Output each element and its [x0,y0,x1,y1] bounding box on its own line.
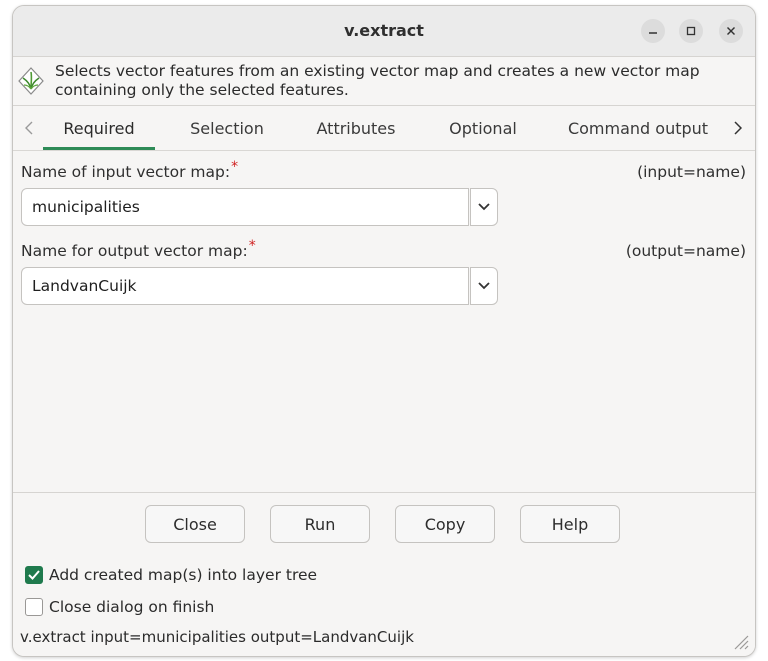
required-marker: * [248,238,256,254]
tab-bar: Required Selection Attributes Optional C… [13,106,755,151]
tab-command-output[interactable]: Command output [558,106,718,150]
tab-required[interactable]: Required [43,106,155,150]
output-map-key: (output=name) [625,242,746,260]
tab-scroll-right-button[interactable] [730,118,746,138]
module-description: Selects vector features from an existing… [13,57,755,106]
maximize-button[interactable] [679,19,703,43]
tab-selection[interactable]: Selection [173,106,281,150]
chevron-down-icon [478,282,490,290]
chevron-left-icon [25,121,33,135]
description-text: Selects vector features from an existing… [55,62,745,100]
input-map-field[interactable]: municipalities [21,188,469,226]
required-marker: * [231,159,239,175]
tab-scroll-left-button[interactable] [21,118,37,138]
close-icon [727,27,735,35]
close-on-finish-label: Close dialog on finish [49,598,215,616]
chevron-right-icon [734,121,742,135]
run-button[interactable]: Run [270,505,370,543]
help-button[interactable]: Help [520,505,620,543]
copy-button[interactable]: Copy [395,505,495,543]
close-on-finish-option[interactable]: Close dialog on finish [25,596,214,618]
close-on-finish-checkbox[interactable] [25,598,43,616]
input-map-label: Name of input vector map:* [21,159,238,181]
resize-grip-icon[interactable] [731,632,749,650]
output-map-dropdown-button[interactable] [470,267,498,305]
add-to-layer-tree-label: Add created map(s) into layer tree [49,566,318,584]
description-line-2: containing only the selected features. [55,81,349,99]
title-bar[interactable]: v.extract [13,6,755,57]
description-line-1: Selects vector features from an existing… [55,62,700,80]
output-map-label: Name for output vector map:* [21,238,256,260]
tab-attributes[interactable]: Attributes [298,106,414,150]
checkmark-icon [28,570,40,580]
input-map-key: (input=name) [637,163,746,181]
tab-optional[interactable]: Optional [431,106,535,150]
close-button[interactable]: Close [145,505,245,543]
output-map-label-text: Name for output vector map: [21,242,248,260]
grass-gis-icon [18,67,44,95]
dialog-footer: Close Run Copy Help Add created map(s) i… [13,493,755,656]
dialog-window: v.extract Selects vector features from a… [12,5,756,657]
active-tab-indicator [43,147,155,150]
close-window-button[interactable] [719,19,743,43]
chevron-down-icon [478,203,490,211]
add-to-layer-tree-checkbox[interactable] [25,566,43,584]
add-to-layer-tree-option[interactable]: Add created map(s) into layer tree [25,564,317,586]
command-line-status: v.extract input=municipalities output=La… [20,628,414,646]
input-map-dropdown-button[interactable] [470,188,498,226]
input-map-label-text: Name of input vector map: [21,163,231,181]
maximize-icon [686,26,696,36]
minimize-icon [649,32,657,34]
minimize-button[interactable] [641,19,665,43]
output-map-field[interactable]: LandvanCuijk [21,267,469,305]
required-tab-panel: Name of input vector map:* (input=name) … [13,151,755,491]
